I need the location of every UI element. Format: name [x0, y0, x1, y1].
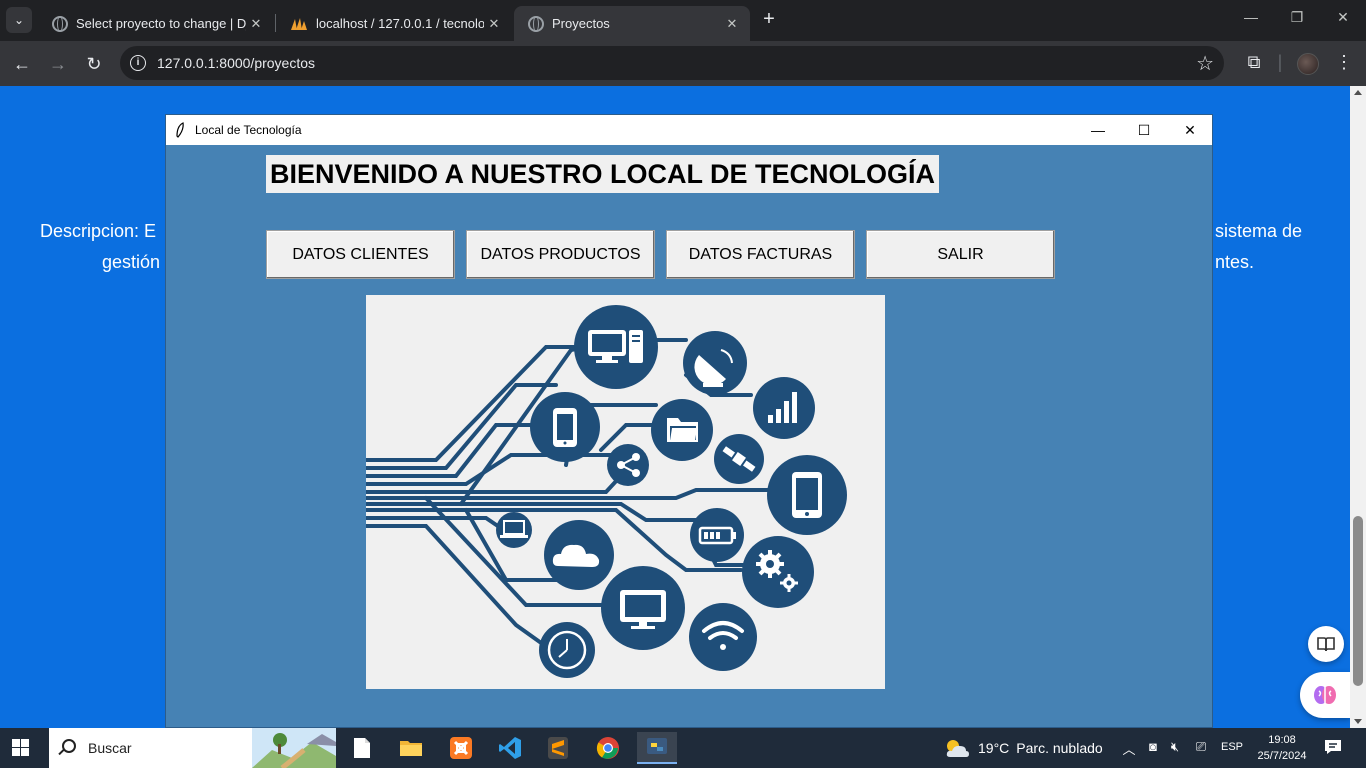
reload-button[interactable]: ↻ [81, 51, 107, 77]
smartphone-icon [553, 408, 577, 447]
python-icon [647, 738, 667, 754]
weather-condition: Parc. nublado [1016, 740, 1103, 756]
xampp-icon [450, 737, 472, 759]
browser-tab-strip: ⌄ Select proyecto to change | Dja ✕ loca… [0, 0, 1366, 41]
tech-network-graphic [364, 305, 847, 678]
windows-taskbar: Buscar 19°C Parc. nublado ︿ ◙ 🔇︎ ⎚ ESP 1… [0, 728, 1366, 768]
profile-avatar[interactable] [1297, 53, 1319, 75]
scroll-up-arrow-icon[interactable] [1354, 90, 1362, 95]
tab-search-button[interactable]: ⌄ [6, 7, 32, 33]
clock-time: 19:08 [1268, 734, 1296, 746]
tab-title: localhost / 127.0.0.1 / tecnolog [316, 16, 484, 31]
toolbar-divider: | [1277, 52, 1283, 72]
salir-button[interactable]: SALIR [866, 230, 1055, 279]
close-window-icon[interactable]: ✕ [1320, 9, 1366, 26]
reading-mode-button[interactable] [1308, 626, 1344, 662]
scroll-down-arrow-icon[interactable] [1354, 719, 1362, 724]
page-scrollbar[interactable] [1350, 86, 1366, 728]
site-info-icon[interactable]: i [130, 55, 146, 71]
search-label: Buscar [88, 740, 132, 756]
restore-icon[interactable]: ❐ [1274, 9, 1320, 26]
clock-date: 25/7/2024 [1257, 750, 1307, 762]
notifications-icon[interactable] [1324, 739, 1342, 755]
input-language[interactable]: ESP [1221, 741, 1243, 753]
description-line: ntes. [1215, 252, 1255, 272]
tab-proyectos[interactable]: Proyectos ✕ [514, 6, 750, 41]
taskbar-app-xampp[interactable] [441, 732, 481, 764]
tk-app-window: Local de Tecnología — ☐ ✕ BIENVENIDO A N… [165, 114, 1213, 728]
tab-title: Select proyecto to change | Dja [76, 16, 246, 31]
scrollbar-thumb[interactable] [1353, 516, 1363, 686]
taskbar-clock[interactable]: 19:08 25/7/2024 [1253, 732, 1311, 764]
welcome-heading: BIENVENIDO A NUESTRO LOCAL DE TECNOLOGÍA [266, 155, 940, 193]
phpmyadmin-icon [291, 17, 307, 30]
tk-title-bar[interactable]: Local de Tecnología — ☐ ✕ [166, 115, 1212, 145]
sublime-text-icon [548, 737, 568, 759]
show-hidden-icons-chevron-icon[interactable]: ︿ [1120, 739, 1138, 758]
back-button[interactable]: ← [9, 51, 35, 77]
taskbar-app-explorer[interactable] [391, 732, 431, 764]
chrome-icon [596, 737, 619, 759]
close-icon[interactable]: ✕ [722, 16, 742, 32]
taskbar-app-python[interactable] [637, 732, 677, 764]
forward-button[interactable]: → [45, 51, 71, 77]
vscode-icon [499, 737, 521, 759]
bookmark-star-icon[interactable]: ☆ [1196, 51, 1214, 76]
windows-start-button[interactable] [12, 739, 30, 757]
globe-icon [52, 15, 68, 32]
datos-facturas-button[interactable]: DATOS FACTURAS [666, 230, 855, 279]
brain-icon [1314, 686, 1336, 704]
tk-feather-icon [176, 122, 184, 138]
extensions-icon[interactable]: ⧉ [1242, 52, 1266, 73]
speaker-muted-icon[interactable]: 🔇︎ [1166, 739, 1184, 755]
network-icon[interactable]: ⎚ [1192, 739, 1210, 755]
search-highlight-illustration [252, 728, 336, 768]
laptop-circle [496, 512, 532, 548]
description-text-left: Descripcion: E gestión [40, 216, 160, 278]
close-icon[interactable]: ✕ [484, 16, 504, 32]
taskbar-app-files[interactable] [342, 732, 382, 764]
description-line: Descripcion: E [40, 221, 157, 241]
taskbar-app-chrome[interactable] [588, 732, 628, 764]
taskbar-search-box[interactable]: Buscar [49, 728, 336, 768]
datos-productos-button[interactable]: DATOS PRODUCTOS [466, 230, 655, 279]
browser-toolbar: ← → ↻ i 127.0.0.1:8000/proyectos ☆ ⧉ | ⋮ [0, 41, 1366, 86]
share-circle [607, 444, 649, 486]
technology-illustration [364, 295, 885, 689]
tablet-icon [792, 472, 822, 518]
address-bar[interactable]: i 127.0.0.1:8000/proyectos ☆ [120, 46, 1224, 80]
url-path: :8000/proyectos [215, 55, 316, 71]
globe-icon [528, 15, 544, 32]
menu-kebab-icon[interactable]: ⋮ [1332, 52, 1356, 73]
tk-close-icon[interactable]: ✕ [1167, 115, 1213, 145]
tk-maximize-icon[interactable]: ☐ [1121, 115, 1167, 145]
description-line: gestión [102, 252, 161, 272]
ai-assistant-button[interactable] [1300, 672, 1350, 718]
description-text-right: sistema de ntes. [1215, 216, 1302, 278]
taskbar-app-vscode[interactable] [490, 732, 530, 764]
url-text[interactable]: 127.0.0.1:8000/proyectos [157, 55, 315, 71]
camera-icon[interactable]: ◙ [1144, 739, 1162, 754]
tk-minimize-icon[interactable]: — [1075, 115, 1121, 145]
datos-clientes-button[interactable]: DATOS CLIENTES [266, 230, 455, 279]
tab-title: Proyectos [552, 16, 610, 31]
book-icon [1317, 637, 1335, 652]
folder-icon [400, 741, 422, 756]
url-host: 127.0.0.1 [157, 55, 216, 71]
tab-django-admin[interactable]: Select proyecto to change | Dja ✕ [38, 6, 274, 41]
weather-temperature: 19°C [978, 740, 1010, 756]
wifi-circle [689, 603, 757, 671]
description-line: sistema de [1215, 221, 1303, 241]
close-icon[interactable]: ✕ [246, 16, 266, 32]
weather-widget[interactable]: 19°C Parc. nublado [944, 737, 1103, 759]
tab-phpmyadmin[interactable]: localhost / 127.0.0.1 / tecnolog ✕ [276, 6, 512, 41]
tk-window-title: Local de Tecnología [195, 123, 302, 137]
search-icon [62, 739, 76, 753]
minimize-icon[interactable]: — [1228, 9, 1274, 25]
taskbar-app-sublime[interactable] [538, 732, 578, 764]
new-tab-button[interactable]: + [758, 8, 780, 30]
partly-cloudy-icon [946, 740, 969, 757]
document-icon [354, 738, 370, 758]
